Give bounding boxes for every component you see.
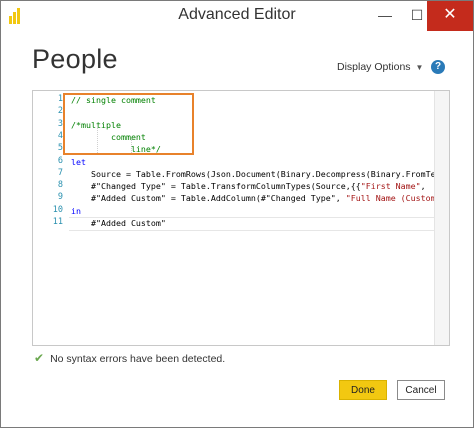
code-token: #"Added Custom" = Table.AddColumn(#"Chan… — [71, 193, 346, 204]
line-number: 1 — [57, 94, 63, 104]
syntax-status: ✔ No syntax errors have been detected. — [34, 351, 225, 365]
advanced-editor-window: Advanced Editor — ☐ ✕ People Display Opt… — [0, 0, 474, 428]
line-number: 7 — [57, 167, 63, 178]
done-button[interactable]: Done — [339, 380, 387, 400]
line-number: 4 — [57, 130, 63, 141]
line-number: 2 — [57, 106, 63, 117]
line-number: 10 — [52, 204, 63, 215]
code-token: /*multiple — [71, 119, 121, 130]
help-icon[interactable]: ? — [431, 60, 445, 74]
code-token: Source = Table.FromRows(Json.Document(Bi… — [71, 168, 450, 179]
code-token: #"Added Custom" — [71, 218, 166, 228]
display-options-dropdown[interactable]: Display Options ▼ — [337, 61, 423, 73]
line-number: 9 — [57, 192, 63, 203]
code-line[interactable]: // single comment — [71, 94, 156, 107]
code-line[interactable]: comment — [71, 131, 146, 144]
display-options-label: Display Options — [337, 61, 411, 73]
line-number: 11 — [52, 217, 63, 227]
line-number: 5 — [57, 143, 63, 154]
code-token: "Full Name (Custom) — [345, 193, 441, 204]
code-line[interactable]: line*/ — [71, 143, 161, 156]
page-title: People — [32, 44, 118, 74]
vertical-scrollbar[interactable] — [434, 91, 449, 345]
code-editor[interactable]: 1 2 3 4 5 6 7 8 9 10 11 // single comment /*multipl… — [32, 90, 450, 346]
code-line[interactable]: #"Added Custom" — [71, 217, 166, 230]
minimize-button[interactable]: — — [370, 1, 400, 31]
caret-down-icon: ▼ — [415, 63, 424, 72]
code-line[interactable]: Source = Table.FromRows(Json.Document(Bi… — [71, 168, 450, 181]
line-number: 6 — [57, 155, 63, 166]
code-token: // single comment — [71, 95, 156, 105]
code-token: comment — [71, 131, 146, 142]
status-message: No syntax errors have been detected. — [50, 353, 226, 365]
code-token: let — [71, 156, 86, 167]
code-line[interactable]: in — [71, 205, 81, 218]
line-number: 8 — [57, 180, 63, 191]
code-line[interactable]: #"Added Custom" = Table.AddColumn(#"Chan… — [71, 192, 441, 205]
code-token: #"Changed Type" = Table.TransformColumnT… — [71, 181, 361, 192]
code-token: "First Name" — [360, 181, 421, 192]
code-line[interactable]: /*multiple — [71, 119, 121, 132]
line-number: 3 — [57, 118, 63, 129]
title-bar[interactable]: Advanced Editor — ☐ ✕ — [1, 1, 473, 31]
code-line[interactable]: #"Changed Type" = Table.TransformColumnT… — [71, 180, 426, 193]
close-button[interactable]: ✕ — [427, 1, 473, 31]
checkmark-icon: ✔ — [34, 351, 45, 365]
code-token: line*/ — [71, 144, 161, 155]
line-number-gutter: 1 2 3 4 5 6 7 8 9 10 11 — [33, 91, 69, 345]
code-token: , — [420, 181, 426, 192]
code-line[interactable]: let — [71, 156, 86, 169]
cancel-button[interactable]: Cancel — [397, 380, 445, 400]
code-token: in — [71, 205, 81, 216]
